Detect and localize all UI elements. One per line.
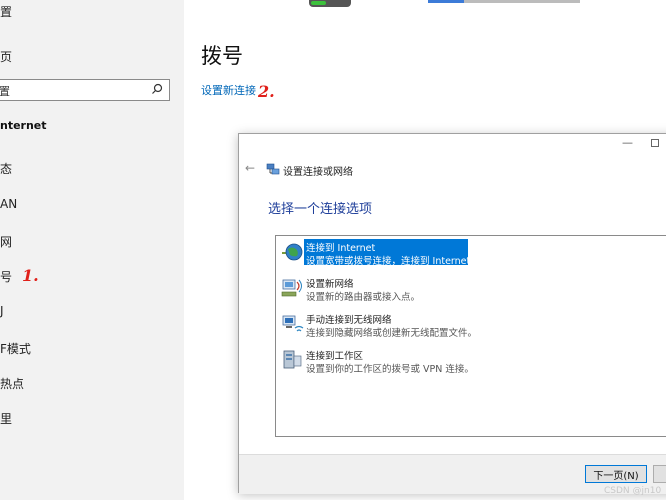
workplace-vpn-icon: [283, 350, 302, 369]
option-connect-internet[interactable]: 连接到 Internet 设置宽带或拨号连接，连接到 Internet。: [276, 238, 666, 272]
top-scroll-thumb: [428, 0, 464, 3]
sidebar-item-vpn[interactable]: J: [0, 304, 4, 318]
annotation-step-1: 1.: [22, 266, 39, 285]
annotation-step-2: 2.: [258, 82, 275, 101]
sidebar-item-status[interactable]: 态: [0, 160, 12, 177]
sidebar-item-dialup[interactable]: 号: [0, 268, 12, 285]
option-description: 设置新的路由器或接入点。: [306, 292, 421, 303]
watermark: CSDN @jn10: [604, 486, 662, 496]
search-icon[interactable]: [151, 83, 163, 95]
dialog-title: 设置连接或网络: [283, 167, 353, 178]
option-description: 设置到你的工作区的拨号或 VPN 连接。: [306, 364, 474, 375]
next-button[interactable]: 下一页(N): [585, 465, 647, 483]
dialog-maximize-button[interactable]: [651, 139, 659, 147]
sidebar-section-network-internet: nternet: [0, 119, 47, 132]
option-title: 连接到工作区: [306, 351, 364, 362]
sidebar-item-airplane-mode[interactable]: F模式: [0, 340, 31, 357]
sidebar-item-mobile-hotspot[interactable]: 热点: [0, 375, 24, 392]
option-title: 连接到 Internet: [306, 243, 376, 254]
settings-sidebar: 置 页 nternet 态 AN 网 号 J F模式 热点 里: [0, 0, 184, 500]
option-title: 设置新网络: [306, 279, 354, 290]
dialog-footer: 下一页(N): [239, 454, 666, 494]
dialog-minimize-button[interactable]: —: [622, 136, 633, 149]
option-title: 手动连接到无线网络: [306, 315, 392, 326]
globe-network-icon: [282, 243, 303, 261]
router-network-icon: [281, 279, 302, 297]
dialog-heading: 选择一个连接选项: [268, 202, 373, 217]
option-description: 设置宽带或拨号连接，连接到 Internet。: [306, 256, 480, 267]
setup-new-connection-link[interactable]: 设置新连接: [201, 82, 256, 98]
wireless-network-icon: [282, 315, 304, 332]
sidebar-item-wlan[interactable]: AN: [0, 197, 17, 211]
top-scroll-line: [428, 0, 580, 3]
sidebar-app-title: 置: [0, 5, 13, 19]
connection-options-list: 连接到 Internet 设置宽带或拨号连接，连接到 Internet。 设置新…: [275, 235, 666, 437]
network-setup-icon: [266, 163, 280, 175]
dialog-back-button[interactable]: ←: [245, 161, 255, 175]
option-manual-wireless[interactable]: 手动连接到无线网络 连接到隐藏网络或创建新无线配置文件。: [276, 310, 666, 344]
settings-search-box[interactable]: [0, 79, 170, 101]
setup-connection-dialog: — ← 设置连接或网络 选择一个连接选项 连接到 Internet 设置宽带或拨…: [238, 133, 666, 494]
option-connect-workplace[interactable]: 连接到工作区 设置到你的工作区的拨号或 VPN 连接。: [276, 346, 666, 380]
settings-search-input[interactable]: [0, 81, 145, 101]
sidebar-home-item[interactable]: 页: [0, 48, 12, 65]
option-setup-new-network[interactable]: 设置新网络 设置新的路由器或接入点。: [276, 274, 666, 308]
sidebar-item-ethernet[interactable]: 网: [0, 233, 12, 250]
top-progress-pill: [309, 0, 351, 7]
cancel-button[interactable]: [653, 465, 666, 483]
option-description: 连接到隐藏网络或创建新无线配置文件。: [306, 328, 478, 339]
top-progress-fill: [311, 1, 327, 5]
page-title: 拨号: [201, 44, 243, 68]
sidebar-item-proxy[interactable]: 里: [0, 410, 12, 427]
